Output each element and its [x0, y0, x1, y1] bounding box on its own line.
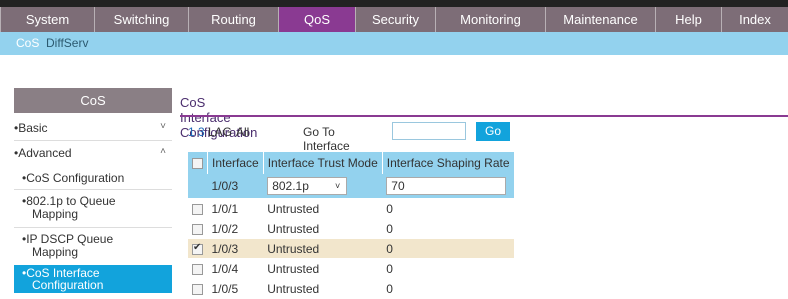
row-shaping-rate: 0 — [382, 218, 514, 239]
sidebar-item-ip-dscp-queue-mapping[interactable]: •IP DSCP Queue Mapping — [14, 233, 172, 265]
select-all-cell — [188, 152, 208, 174]
table-header-row: Interface Interface Trust Mode Interface… — [188, 152, 514, 174]
row-checkbox[interactable] — [192, 283, 203, 295]
row-checkbox-cell — [188, 218, 208, 239]
sidebar-item-label: •Basic — [14, 121, 48, 135]
tab-switching[interactable]: Switching — [94, 7, 188, 32]
tab-monitoring[interactable]: Monitoring — [435, 7, 545, 32]
edit-trust-mode-cell: 802.1p ˅ — [263, 174, 383, 199]
sidebar-item-label-line2: Mapping — [32, 207, 79, 221]
row-trust-mode: Untrusted — [263, 258, 383, 279]
divider — [14, 189, 172, 190]
tab-maintenance[interactable]: Maintenance — [545, 7, 655, 32]
column-header-interface: Interface — [207, 152, 264, 174]
top-navigation: System Switching Routing QoS Security Mo… — [0, 0, 788, 32]
row-shaping-rate: 0 — [382, 278, 514, 299]
goto-interface-label: Go To Interface — [303, 125, 350, 153]
row-checkbox[interactable] — [192, 223, 203, 235]
sub-navigation: CoS DiffServ — [0, 32, 788, 55]
divider — [14, 227, 172, 228]
trust-mode-select[interactable]: 802.1p ˅ — [267, 177, 348, 195]
sidebar-item-label: •CoS Configuration — [22, 171, 125, 185]
edit-shaping-rate-cell: 70 — [382, 174, 514, 199]
trust-mode-value: 802.1p — [272, 179, 309, 193]
sidebar-title: CoS — [14, 88, 172, 113]
chevron-down-icon: ˅ — [334, 181, 341, 191]
link-lag[interactable]: LAG — [208, 125, 232, 139]
table-row[interactable]: 1/0/2 Untrusted 0 — [188, 218, 514, 239]
interface-table: Interface Interface Trust Mode Interface… — [188, 152, 514, 299]
subnav-cos[interactable]: CoS — [16, 36, 39, 50]
sidebar-item-cos-configuration[interactable]: •CoS Configuration — [14, 171, 172, 189]
divider — [14, 140, 172, 141]
row-checkbox-cell — [188, 198, 208, 219]
subnav-diffserv[interactable]: DiffServ — [46, 36, 88, 50]
shaping-rate-input[interactable]: 70 — [386, 177, 507, 195]
tab-system[interactable]: System — [0, 7, 94, 32]
link-unit-3[interactable]: 3 — [198, 125, 205, 139]
tab-routing[interactable]: Routing — [188, 7, 278, 32]
row-interface: 1/0/1 — [207, 198, 264, 219]
sidebar-item-label-line2: Configuration — [32, 278, 104, 292]
tab-qos[interactable]: QoS — [278, 7, 355, 32]
row-shaping-rate: 0 — [382, 238, 514, 259]
title-divider — [180, 115, 788, 117]
row-interface: 1/0/3 — [207, 238, 264, 259]
row-checkbox-cell — [188, 258, 208, 279]
row-trust-mode: Untrusted — [263, 198, 383, 219]
row-checkbox[interactable] — [192, 242, 203, 255]
select-all-checkbox[interactable] — [192, 158, 203, 170]
tab-security[interactable]: Security — [355, 7, 435, 32]
row-interface: 1/0/2 — [207, 218, 264, 239]
sidebar-item-label-line2: Mapping — [32, 245, 79, 259]
edit-row-spacer — [188, 174, 208, 199]
row-checkbox-cell — [188, 278, 208, 299]
chevron-up-icon: ˄ — [160, 146, 166, 157]
sidebar-item-label: •Advanced — [14, 146, 72, 160]
sidebar-item-advanced[interactable]: •Advanced ˄ — [14, 146, 172, 164]
goto-interface-input[interactable] — [392, 122, 466, 140]
row-shaping-rate: 0 — [382, 258, 514, 279]
table-row[interactable]: 1/0/5 Untrusted 0 — [188, 278, 514, 299]
sidebar: CoS •Basic ˅ •Advanced ˄ •CoS Configurat… — [14, 88, 172, 293]
row-interface: 1/0/4 — [207, 258, 264, 279]
column-header-shaping-rate: Interface Shaping Rate — [382, 152, 514, 174]
tab-index[interactable]: Index — [721, 7, 788, 32]
edit-row: 1/0/3 802.1p ˅ 70 — [188, 174, 514, 199]
sidebar-item-cos-interface-configuration[interactable]: •CoS Interface Configuration — [14, 265, 172, 293]
row-checkbox[interactable] — [192, 263, 203, 275]
go-button[interactable]: Go — [476, 122, 510, 141]
row-trust-mode: Untrusted — [263, 278, 383, 299]
row-shaping-rate: 0 — [382, 198, 514, 219]
row-trust-mode: Untrusted — [263, 238, 383, 259]
sidebar-item-basic[interactable]: •Basic ˅ — [14, 121, 172, 139]
table-row[interactable]: 1/0/1 Untrusted 0 — [188, 198, 514, 219]
link-unit-1[interactable]: 1 — [188, 125, 195, 139]
sidebar-item-8021p-queue-mapping[interactable]: •802.1p to Queue Mapping — [14, 195, 172, 227]
table-row[interactable]: 1/0/3 Untrusted 0 — [188, 238, 514, 259]
row-checkbox-cell — [188, 238, 208, 259]
row-checkbox[interactable] — [192, 203, 203, 215]
row-trust-mode: Untrusted — [263, 218, 383, 239]
edit-interface: 1/0/3 — [207, 174, 264, 199]
row-interface: 1/0/5 — [207, 278, 264, 299]
link-all[interactable]: All — [236, 125, 249, 139]
tab-help[interactable]: Help — [655, 7, 721, 32]
column-header-trust-mode: Interface Trust Mode — [263, 152, 383, 174]
chevron-down-icon: ˅ — [160, 121, 166, 132]
table-row[interactable]: 1/0/4 Untrusted 0 — [188, 258, 514, 279]
